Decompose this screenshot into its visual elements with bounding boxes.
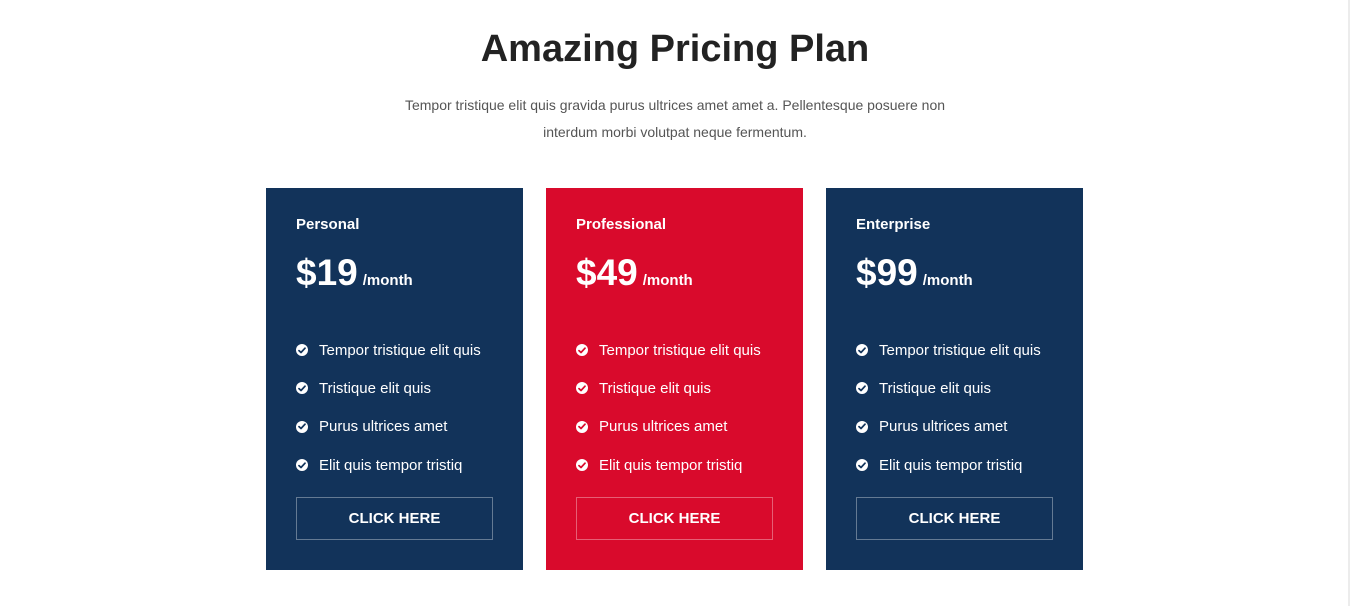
feature-label: Tempor tristique elit quis bbox=[319, 341, 481, 359]
check-circle-icon bbox=[576, 382, 588, 395]
plan-name: Enterprise bbox=[856, 216, 931, 233]
plan-card-personal: Personal $19 /month Tempor tristique eli… bbox=[266, 188, 523, 570]
price-period: /month bbox=[922, 272, 973, 289]
feature-item: Elit quis tempor tristiq bbox=[576, 446, 761, 484]
feature-list: Tempor tristique elit quis Tristique eli… bbox=[856, 331, 1041, 484]
plan-name: Professional bbox=[576, 216, 667, 233]
plan-card-professional: Professional $49 /month Tempor tristique… bbox=[546, 188, 803, 570]
feature-list: Tempor tristique elit quis Tristique eli… bbox=[296, 331, 481, 484]
feature-label: Tempor tristique elit quis bbox=[599, 341, 761, 359]
feature-label: Elit quis tempor tristiq bbox=[319, 456, 463, 474]
section-subtitle: Tempor tristique elit quis gravida purus… bbox=[404, 97, 946, 140]
feature-item: Tristique elit quis bbox=[296, 369, 481, 407]
check-circle-icon bbox=[296, 382, 308, 395]
plan-price: $49 /month bbox=[576, 252, 693, 294]
feature-list: Tempor tristique elit quis Tristique eli… bbox=[576, 331, 761, 484]
plan-price: $99 /month bbox=[856, 252, 973, 294]
feature-item: Purus ultrices amet bbox=[856, 408, 1041, 446]
feature-label: Purus ultrices amet bbox=[599, 418, 728, 436]
feature-item: Tristique elit quis bbox=[576, 369, 761, 407]
feature-label: Tempor tristique elit quis bbox=[879, 341, 1041, 359]
feature-item: Tempor tristique elit quis bbox=[856, 331, 1041, 369]
price-amount: $49 bbox=[576, 252, 638, 293]
price-period: /month bbox=[642, 272, 693, 289]
price-amount: $99 bbox=[856, 252, 918, 293]
check-circle-icon bbox=[856, 459, 868, 472]
feature-item: Tempor tristique elit quis bbox=[576, 331, 761, 369]
check-circle-icon bbox=[296, 459, 308, 472]
click-here-button[interactable]: CLICK HERE bbox=[296, 497, 493, 540]
click-here-button[interactable]: CLICK HERE bbox=[856, 497, 1053, 540]
feature-label: Purus ultrices amet bbox=[319, 418, 448, 436]
check-circle-icon bbox=[576, 344, 588, 357]
check-circle-icon bbox=[856, 344, 868, 357]
check-circle-icon bbox=[296, 420, 308, 433]
feature-label: Tristique elit quis bbox=[319, 379, 431, 397]
check-circle-icon bbox=[856, 382, 868, 395]
feature-label: Elit quis tempor tristiq bbox=[599, 456, 743, 474]
price-period: /month bbox=[362, 272, 413, 289]
click-here-button[interactable]: CLICK HERE bbox=[576, 497, 773, 540]
check-circle-icon bbox=[576, 420, 588, 433]
feature-label: Tristique elit quis bbox=[879, 379, 991, 397]
check-circle-icon bbox=[576, 459, 588, 472]
section-title: Amazing Pricing Plan bbox=[480, 28, 870, 70]
feature-label: Elit quis tempor tristiq bbox=[879, 456, 1023, 474]
feature-item: Purus ultrices amet bbox=[296, 408, 481, 446]
feature-item: Tempor tristique elit quis bbox=[296, 331, 481, 369]
plan-card-enterprise: Enterprise $99 /month Tempor tristique e… bbox=[826, 188, 1083, 570]
price-amount: $19 bbox=[296, 252, 358, 293]
feature-item: Elit quis tempor tristiq bbox=[296, 446, 481, 484]
feature-item: Tristique elit quis bbox=[856, 369, 1041, 407]
feature-label: Tristique elit quis bbox=[599, 379, 711, 397]
feature-item: Purus ultrices amet bbox=[576, 408, 761, 446]
feature-item: Elit quis tempor tristiq bbox=[856, 446, 1041, 484]
plan-name: Personal bbox=[296, 216, 360, 233]
feature-label: Purus ultrices amet bbox=[879, 418, 1008, 436]
plan-price: $19 /month bbox=[296, 252, 413, 294]
check-circle-icon bbox=[856, 420, 868, 433]
check-circle-icon bbox=[296, 344, 308, 357]
